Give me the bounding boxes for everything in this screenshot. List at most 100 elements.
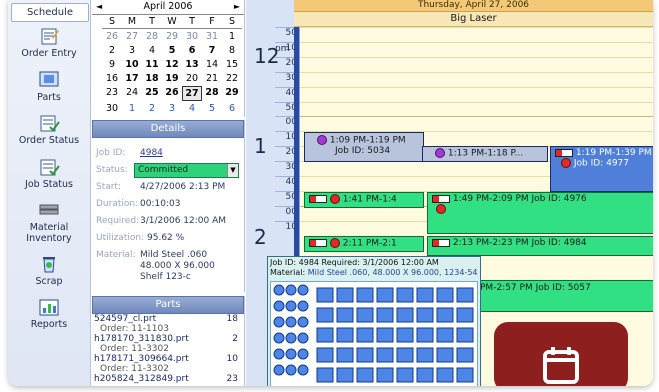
material-label: Material: [96, 250, 136, 260]
calendar-day[interactable]: 18 [142, 72, 162, 85]
calendar-day[interactable]: 25 [142, 86, 162, 99]
calendar-day[interactable]: 12 [162, 58, 182, 71]
job-id-link[interactable]: 4984 [140, 148, 163, 158]
nav-order-entry[interactable]: Order Entry [8, 26, 90, 59]
grid-line [300, 56, 653, 58]
calendar-day[interactable]: 1 [122, 102, 142, 115]
nest-part-shape [285, 364, 297, 376]
status-select[interactable]: Committed ▼ [134, 163, 239, 178]
job-time: 1:41 PM-1:4 [342, 194, 397, 205]
calendar-day[interactable]: 20 [182, 72, 202, 85]
part-row[interactable]: h178171_309664.prt 10 [92, 354, 244, 364]
job-block[interactable]: 2:11 PM-2:1 [304, 236, 424, 252]
nav-label: Material Inventory [26, 222, 72, 244]
job-4984[interactable]: 2:13 PM-2:23 PM Job ID: 4984 [427, 236, 653, 256]
duration-label: Duration: [96, 199, 139, 209]
calendar-day[interactable]: 14 [202, 58, 222, 71]
calendar-day[interactable]: 3 [122, 44, 142, 57]
calendar-day[interactable]: 31 [202, 30, 222, 43]
calendar-day[interactable]: 6 [222, 102, 242, 115]
utilization-label: Utilization: [96, 233, 145, 243]
tooltip-material-label: Material: [270, 268, 306, 277]
nav-job-status[interactable]: Job Status [8, 157, 90, 190]
weekday-label: T [182, 15, 202, 29]
tooltip-material-value: Mild Steel .060, 48.000 X 96.000, 1234-5… [307, 268, 478, 277]
calendar-day[interactable]: 21 [202, 72, 222, 85]
calendar-day[interactable]: 3 [162, 102, 182, 115]
part-row[interactable]: 524597_cl.prt 18 [92, 314, 244, 324]
nest-part-shape [336, 307, 354, 323]
next-month-button[interactable]: ► [234, 0, 240, 13]
prev-month-button[interactable]: ◄ [96, 0, 102, 13]
calendar-day[interactable]: 27 [182, 86, 202, 101]
job-4976[interactable]: 1:49 PM-2:09 PM Job ID: 4976 [427, 192, 653, 234]
calendar-day[interactable]: 26 [162, 86, 182, 99]
nav-parts[interactable]: Parts [8, 70, 90, 103]
calendar-day[interactable]: 11 [142, 58, 162, 71]
calendar-day[interactable]: 30 [182, 30, 202, 43]
calendar-day[interactable]: 19 [162, 72, 182, 85]
calendar-day[interactable]: 5 [162, 44, 182, 57]
calendar-day[interactable]: 22 [222, 72, 242, 85]
job-5034[interactable]: 1:09 PM-1:19 PM Job ID: 5034 [304, 132, 424, 162]
nest-part-shape [436, 327, 454, 343]
nest-part-shape [376, 347, 394, 363]
calendar-day[interactable]: 13 [182, 58, 202, 71]
nav-order-status[interactable]: Order Status [8, 113, 90, 146]
calendar-day[interactable]: 23 [102, 86, 122, 99]
calendar-day[interactable]: 6 [182, 44, 202, 57]
calendar-day[interactable]: 24 [122, 86, 142, 99]
calendar-day[interactable]: 4 [182, 102, 202, 115]
nav-label: Job Status [25, 179, 73, 190]
job-block[interactable]: 1:13 PM-1:18 P... [422, 146, 548, 162]
calendar-day[interactable]: 2 [142, 102, 162, 115]
calendar-day[interactable]: 8 [222, 44, 242, 57]
calendar-day[interactable]: 29 [162, 30, 182, 43]
calendar-day[interactable]: 15 [222, 58, 242, 71]
calendar-day[interactable]: 1 [222, 30, 242, 43]
nest-part-shape [436, 287, 454, 303]
nest-part-shape [376, 367, 394, 383]
part-order: Order: 11-3302 [100, 364, 169, 374]
nest-part-shape [396, 287, 414, 303]
alert-dot-icon [561, 158, 571, 168]
job-time: 2:13 PM-2:23 PM Job ID: 4984 [452, 238, 587, 248]
calendar-day[interactable]: 28 [142, 30, 162, 43]
material-inventory-icon [39, 204, 59, 215]
calendar-day[interactable]: 27 [122, 30, 142, 43]
hour-2-label: 2 [254, 225, 267, 249]
calendar-day[interactable]: 9 [102, 58, 122, 71]
resource-header: Big Laser [294, 12, 653, 27]
progress-icon [309, 195, 327, 203]
job-block[interactable]: 1:41 PM-1:4 [304, 192, 424, 208]
calendar-day[interactable]: 16 [102, 72, 122, 85]
weekday-label: M [122, 15, 142, 29]
calendar-day[interactable]: 4 [142, 44, 162, 57]
nav-scrap[interactable]: Scrap [8, 254, 90, 287]
schedule-nav-button[interactable]: Schedule [11, 3, 89, 22]
app-window: Schedule Order Entry Parts Order Status … [8, 0, 653, 386]
nav-material-inventory[interactable]: Material Inventory [8, 200, 90, 244]
job-time: 1:49 PM-2:09 PM Job ID: 4976 [452, 194, 587, 204]
calendar-day[interactable]: 28 [202, 86, 222, 99]
nest-part-shape [336, 367, 354, 383]
required-value: 3/1/2006 12:00 AM [140, 216, 227, 226]
calendar-day[interactable]: 29 [222, 86, 242, 99]
calendar-day[interactable]: 5 [202, 102, 222, 115]
calendar-overlay-button[interactable] [494, 322, 628, 386]
job-time: 2:11 PM-2:1 [342, 238, 397, 249]
part-row[interactable]: h205824_312849.prt 23 [92, 374, 244, 384]
calendar-day[interactable]: 17 [122, 72, 142, 85]
calendar-day[interactable]: 7 [202, 44, 222, 57]
chevron-down-icon[interactable]: ▼ [227, 164, 238, 177]
job-4977[interactable]: 1:19 PM-1:39 PM Job ID: 4977 [550, 146, 653, 192]
calendar-day[interactable]: 26 [102, 30, 122, 43]
nav-reports[interactable]: Reports [8, 297, 90, 330]
calendar-day[interactable]: 10 [122, 58, 142, 71]
part-row[interactable]: h178170_311830.prt 2 [92, 334, 244, 344]
calendar-day[interactable]: 30 [102, 102, 122, 115]
nest-layout-drawing [273, 284, 474, 383]
nest-part-shape [356, 287, 374, 303]
calendar-day[interactable]: 2 [102, 44, 122, 57]
parts-panel: Parts 524597_cl.prt 18 Order: 11-1103 h17… [92, 296, 245, 386]
